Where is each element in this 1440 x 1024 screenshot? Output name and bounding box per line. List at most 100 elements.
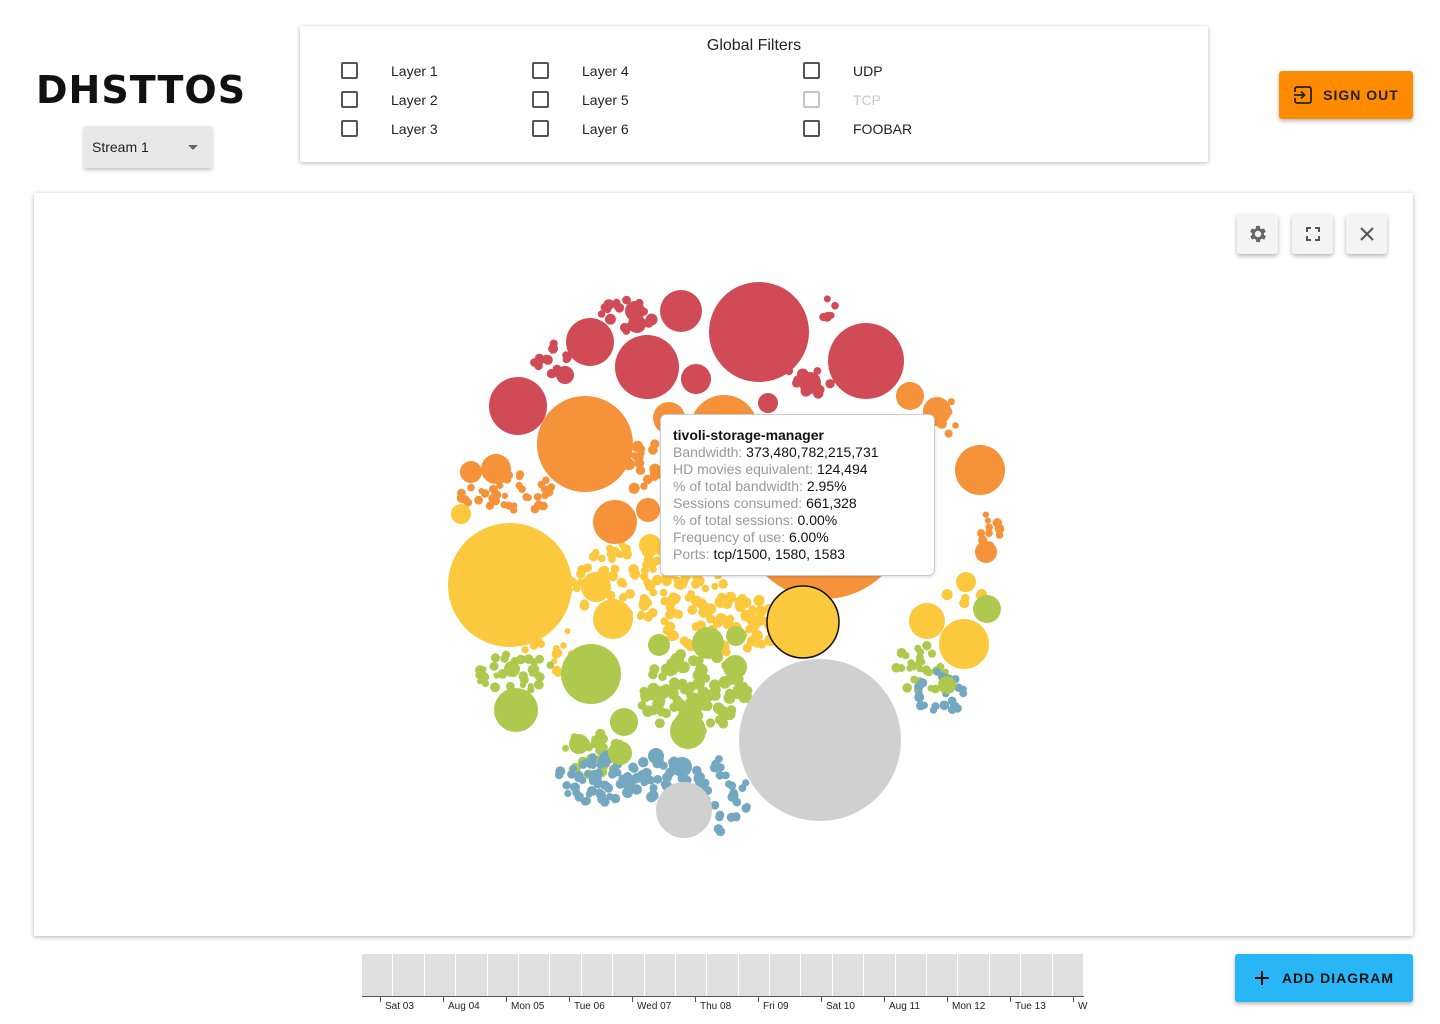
- bubble[interactable]: [639, 686, 649, 696]
- bubble[interactable]: [637, 769, 648, 781]
- bubble[interactable]: [576, 569, 586, 579]
- bubble[interactable]: [725, 780, 733, 788]
- bubble[interactable]: [828, 323, 904, 399]
- bubble[interactable]: [610, 564, 620, 574]
- bubble[interactable]: [923, 667, 932, 676]
- bubble[interactable]: [533, 492, 542, 501]
- bubble[interactable]: [701, 689, 714, 703]
- bubble[interactable]: [516, 654, 526, 665]
- bubble[interactable]: [490, 682, 501, 693]
- bubble[interactable]: [521, 646, 529, 654]
- bubble[interactable]: [918, 658, 926, 666]
- bubble[interactable]: [527, 683, 534, 690]
- timeline-bar[interactable]: [613, 954, 645, 996]
- bubble[interactable]: [682, 638, 693, 649]
- bubble[interactable]: [647, 790, 659, 801]
- bubble[interactable]: [608, 769, 617, 779]
- bubble[interactable]: [569, 734, 589, 754]
- bubble[interactable]: [481, 454, 511, 484]
- bubble[interactable]: [672, 757, 692, 777]
- bubble[interactable]: [694, 663, 708, 677]
- bubble[interactable]: [635, 452, 644, 462]
- bubble[interactable]: [638, 756, 649, 768]
- bubble[interactable]: [451, 504, 471, 524]
- bubble[interactable]: [909, 661, 918, 671]
- bubble[interactable]: [610, 793, 621, 804]
- bubble[interactable]: [914, 692, 925, 703]
- bubble[interactable]: [961, 593, 970, 603]
- bubble[interactable]: [489, 377, 547, 435]
- bubble[interactable]: [474, 495, 483, 505]
- bubble[interactable]: [708, 679, 720, 691]
- bubble[interactable]: [504, 661, 520, 677]
- bubble[interactable]: [670, 713, 706, 749]
- timeline-bar[interactable]: [707, 954, 739, 996]
- bubble[interactable]: [490, 653, 501, 663]
- bubble[interactable]: [665, 609, 675, 620]
- bubble[interactable]: [669, 702, 680, 713]
- bubble[interactable]: [562, 744, 570, 752]
- filter-layer-3[interactable]: Layer 3: [341, 120, 438, 137]
- checkbox-icon[interactable]: [803, 62, 820, 79]
- bubble[interactable]: [530, 504, 540, 514]
- bubble[interactable]: [724, 688, 735, 699]
- bubble[interactable]: [742, 643, 752, 653]
- bubble[interactable]: [488, 484, 498, 494]
- bubble[interactable]: [982, 511, 989, 518]
- checkbox-icon[interactable]: [532, 120, 549, 137]
- bubble[interactable]: [639, 593, 649, 603]
- bubble[interactable]: [489, 661, 499, 671]
- bubble[interactable]: [901, 651, 910, 660]
- bubble[interactable]: [713, 824, 724, 834]
- bubble[interactable]: [823, 295, 831, 303]
- bubble[interactable]: [546, 661, 554, 669]
- bubble[interactable]: [678, 678, 688, 688]
- bubble[interactable]: [916, 648, 925, 656]
- bubble[interactable]: [541, 354, 551, 364]
- bubble[interactable]: [984, 517, 991, 524]
- bubble[interactable]: [515, 473, 524, 481]
- timeline-bars[interactable]: [362, 954, 1084, 996]
- bubble[interactable]: [916, 700, 926, 711]
- bubble[interactable]: [713, 618, 723, 628]
- bubble[interactable]: [654, 718, 665, 729]
- checkbox-icon[interactable]: [341, 120, 358, 137]
- stream-select[interactable]: Stream 1: [84, 126, 212, 168]
- bubble[interactable]: [660, 780, 669, 789]
- bubble[interactable]: [648, 748, 664, 764]
- bubble[interactable]: [511, 502, 518, 509]
- bubble[interactable]: [825, 379, 835, 389]
- bubble[interactable]: [831, 301, 839, 310]
- bubble[interactable]: [593, 599, 633, 639]
- bubble[interactable]: [566, 318, 614, 366]
- bubble[interactable]: [947, 696, 957, 706]
- bubble[interactable]: [548, 343, 559, 354]
- bubble[interactable]: [570, 782, 580, 793]
- bubble[interactable]: [541, 492, 549, 500]
- filter-layer-5[interactable]: Layer 5: [532, 91, 629, 108]
- bubble[interactable]: [819, 313, 828, 322]
- bubble[interactable]: [718, 579, 728, 589]
- bubble[interactable]: [561, 644, 621, 704]
- sign-out-button[interactable]: SIGN OUT: [1279, 71, 1413, 119]
- bubble[interactable]: [670, 653, 682, 665]
- bubble[interactable]: [985, 529, 993, 538]
- bubble[interactable]: [597, 795, 606, 804]
- timeline-bar[interactable]: [801, 954, 833, 996]
- close-button[interactable]: [1346, 214, 1387, 254]
- bubble[interactable]: [739, 659, 901, 821]
- bubble[interactable]: [593, 779, 603, 789]
- bubble[interactable]: [650, 472, 659, 482]
- bubble[interactable]: [583, 563, 593, 573]
- bubble[interactable]: [640, 566, 650, 575]
- bubble[interactable]: [460, 461, 482, 483]
- bubble[interactable]: [665, 666, 676, 677]
- timeline-bar[interactable]: [676, 954, 708, 996]
- bubble[interactable]: [628, 482, 640, 494]
- checkbox-icon[interactable]: [341, 91, 358, 108]
- bubble[interactable]: [726, 812, 736, 822]
- bubble[interactable]: [560, 642, 567, 649]
- timeline-bar[interactable]: [393, 954, 425, 996]
- bubble[interactable]: [619, 580, 628, 588]
- bubble[interactable]: [582, 796, 591, 806]
